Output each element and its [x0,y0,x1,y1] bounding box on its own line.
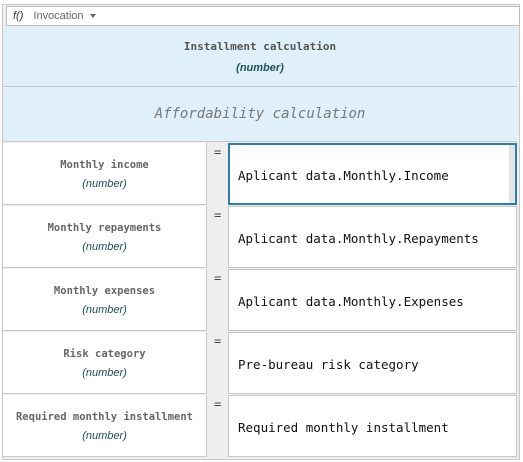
parameter-expression-cell[interactable]: Aplicant data.Monthly.Repayments [228,206,517,268]
parameter-name-cell[interactable]: Monthly expenses (number) [3,269,207,331]
parameter-name-cell[interactable]: Monthly income (number) [3,143,207,205]
function-icon: f() [13,10,24,22]
expression-type-label: Invocation [33,10,84,22]
parameter-name: Required monthly installment [15,411,193,423]
table-row: Monthly income (number) = Aplicant data.… [3,143,517,205]
parameter-name: Monthly repayments [47,222,162,234]
parameter-expression[interactable]: Required monthly installment [238,420,449,435]
parameter-expression-cell[interactable]: Aplicant data.Monthly.Income [228,143,517,205]
parameter-expression[interactable]: Aplicant data.Monthly.Repayments [238,231,479,246]
scrollbar[interactable] [509,145,515,203]
table-row: Required monthly installment (number) = … [3,395,517,457]
expression-type-selector[interactable]: f() Invocation [6,6,520,26]
invoked-function-header[interactable]: Affordability calculation [3,88,517,142]
parameter-expression[interactable]: Aplicant data.Monthly.Expenses [238,294,464,309]
equals-cell: = [208,395,228,457]
parameter-name: Monthly expenses [53,285,156,297]
parameter-expression[interactable]: Pre-bureau risk category [238,357,419,372]
chevron-down-icon[interactable] [89,14,96,18]
parameter-name: Monthly income [60,159,149,171]
table-row: Monthly repayments (number) = Aplicant d… [3,206,517,268]
parameter-type: (number) [82,241,127,253]
parameter-expression-cell[interactable]: Aplicant data.Monthly.Expenses [228,269,517,331]
equals-cell: = [208,143,228,205]
parameter-name-cell[interactable]: Risk category (number) [3,332,207,394]
parameter-type: (number) [82,304,127,316]
parameter-type: (number) [82,367,127,379]
invocation-title: Installment calculation [183,40,337,53]
equals-sign: = [214,271,222,285]
equals-sign: = [214,145,222,159]
invoked-function-name: Affordability calculation [154,106,366,122]
equals-sign: = [214,397,222,411]
invocation-type: (number) [236,62,284,74]
parameter-type: (number) [82,178,127,190]
parameter-name: Risk category [63,348,146,360]
parameter-expression[interactable]: Aplicant data.Monthly.Income [238,168,449,183]
equals-sign: = [214,334,222,348]
equals-cell: = [208,206,228,268]
equals-sign: = [214,208,222,222]
invocation-header[interactable]: Installment calculation (number) [3,27,517,87]
parameter-expression-cell[interactable]: Pre-bureau risk category [228,332,517,394]
table-row: Monthly expenses (number) = Aplicant dat… [3,269,517,331]
parameter-name-cell[interactable]: Monthly repayments (number) [3,206,207,268]
parameter-type: (number) [82,430,127,442]
parameter-name-cell[interactable]: Required monthly installment (number) [3,395,207,457]
table-row: Risk category (number) = Pre-bureau risk… [3,332,517,394]
equals-cell: = [208,332,228,394]
equals-cell: = [208,269,228,331]
parameter-expression-cell[interactable]: Required monthly installment [228,395,517,457]
